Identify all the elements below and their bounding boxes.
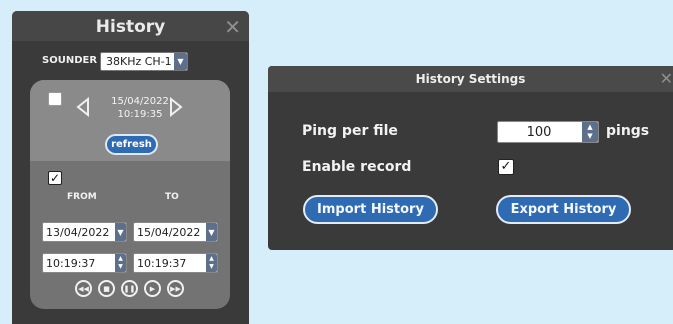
from-time-stepper[interactable]: 10:19:37 ▲ ▼ <box>42 253 127 273</box>
sounder-label: SOUNDER <box>42 55 98 66</box>
navigation-time: 10:19:35 <box>117 109 163 120</box>
to-time-stepper[interactable]: 10:19:37 ▲ ▼ <box>133 253 218 273</box>
sounder-select[interactable]: 38KHz CH-1 ▼ <box>100 52 188 71</box>
close-icon[interactable]: ✕ <box>224 15 241 39</box>
enable-record-label: Enable record <box>302 159 412 175</box>
spinner-arrows-icon[interactable]: ▲ ▼ <box>115 254 126 272</box>
settings-title: History Settings <box>415 72 526 86</box>
sounder-value: 38KHz CH-1 <box>106 55 172 68</box>
ping-per-file-label: Ping per file <box>302 123 398 139</box>
chevron-down-icon[interactable]: ▼ <box>115 223 126 241</box>
navigation-checkbox[interactable] <box>48 92 62 106</box>
play-icon[interactable]: ▶ <box>144 280 161 297</box>
to-date-select[interactable]: 15/04/2022 ▼ <box>133 222 218 242</box>
rewind-icon[interactable]: ◀◀ <box>75 280 92 297</box>
spinner-arrows-icon[interactable]: ▲ ▼ <box>206 254 217 272</box>
to-label: TO <box>165 192 179 202</box>
to-time-value: 10:19:37 <box>137 257 187 270</box>
ping-per-file-stepper[interactable]: 100 ▲ ▼ <box>497 121 599 143</box>
settings-header: History Settings ✕ <box>268 66 673 92</box>
range-checkbox[interactable]: ✓ <box>48 171 62 185</box>
history-header: History ✕ <box>12 11 249 41</box>
navigation-date: 15/04/2022 <box>111 96 169 107</box>
from-date-value: 13/04/2022 <box>46 226 110 239</box>
export-history-button[interactable]: Export History <box>496 195 631 224</box>
previous-arrow-icon[interactable] <box>75 97 91 117</box>
close-icon[interactable]: ✕ <box>660 69 673 88</box>
from-time-value: 10:19:37 <box>46 257 96 270</box>
refresh-button[interactable]: refresh <box>105 134 158 155</box>
from-date-select[interactable]: 13/04/2022 ▼ <box>42 222 127 242</box>
enable-record-checkbox[interactable]: ✓ <box>498 159 514 175</box>
chevron-down-icon[interactable]: ▼ <box>174 53 187 70</box>
navigation-datetime: 15/04/2022 10:19:35 <box>110 95 170 121</box>
pings-unit-label: pings <box>606 123 650 139</box>
to-date-value: 15/04/2022 <box>137 226 201 239</box>
ping-value: 100 <box>526 125 552 140</box>
pause-icon[interactable]: ❚❚ <box>121 280 138 297</box>
history-settings-dialog: History Settings ✕ Ping per file 100 ▲ ▼ … <box>268 66 673 250</box>
history-panel: History ✕ SOUNDER 38KHz CH-1 ▼ 15/04/202… <box>12 11 249 324</box>
history-title: History <box>95 17 166 37</box>
from-label: FROM <box>67 192 97 202</box>
next-arrow-icon[interactable] <box>168 97 184 117</box>
spinner-arrows-icon[interactable]: ▲ ▼ <box>582 122 598 142</box>
stop-icon[interactable]: ■ <box>98 280 115 297</box>
history-controls-card: 15/04/2022 10:19:35 refresh ✓ FROM TO 13… <box>30 80 230 309</box>
fast-forward-icon[interactable]: ▶▶ <box>167 280 184 297</box>
import-history-button[interactable]: Import History <box>303 195 438 224</box>
chevron-down-icon[interactable]: ▼ <box>206 223 217 241</box>
navigation-section: 15/04/2022 10:19:35 refresh <box>30 80 230 161</box>
